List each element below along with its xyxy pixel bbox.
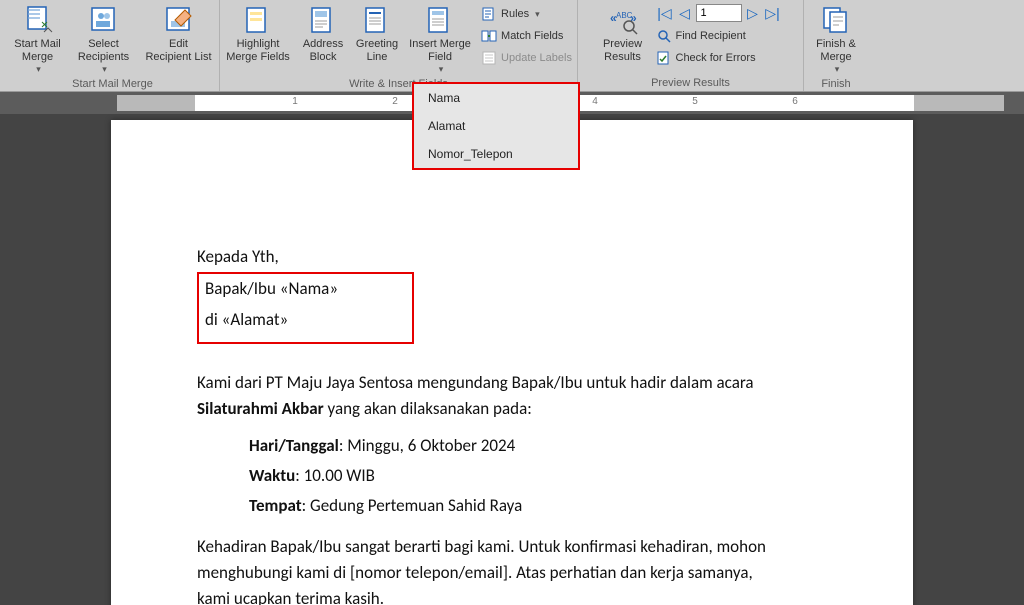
finish-merge-button[interactable]: Finish & Merge▾ bbox=[807, 2, 865, 77]
document-body: Kepada Yth, Bapak/Ibu «Nama» di «Alamat»… bbox=[197, 244, 833, 605]
insert-merge-field-dropdown: Nama Alamat Nomor_Telepon bbox=[412, 82, 580, 170]
insert-merge-field-button[interactable]: Insert Merge Field▾ bbox=[405, 2, 475, 77]
chevron-down-icon: ▾ bbox=[535, 9, 540, 20]
btn-label: Finish & Merge bbox=[816, 38, 856, 64]
merge-field-item-nama[interactable]: Nama bbox=[414, 84, 578, 112]
group-write-insert: Highlight Merge Fields Address Block Gre… bbox=[220, 0, 578, 91]
event-time-line: Waktu: 10.00 WIB bbox=[197, 463, 833, 489]
btn-label: Match Fields bbox=[501, 30, 563, 42]
next-record-button[interactable]: ▷ bbox=[744, 5, 762, 22]
closing-paragraph: Kehadiran Bapak/Ibu sangat berarti bagi … bbox=[197, 534, 787, 605]
document-page[interactable]: Kepada Yth, Bapak/Ibu «Nama» di «Alamat»… bbox=[111, 120, 913, 605]
group-finish: Finish & Merge▾ Finish bbox=[804, 0, 868, 91]
insert-field-icon bbox=[424, 4, 456, 36]
highlight-merge-fields-button[interactable]: Highlight Merge Fields bbox=[221, 2, 295, 66]
edit-list-icon bbox=[163, 4, 195, 36]
update-icon bbox=[481, 50, 497, 66]
address-icon bbox=[307, 4, 339, 36]
group-label: Start Mail Merge bbox=[72, 78, 153, 90]
merge-field-item-nomor-telepon[interactable]: Nomor_Telepon bbox=[414, 140, 578, 168]
highlight-icon bbox=[242, 4, 274, 36]
btn-label: Find Recipient bbox=[676, 30, 746, 42]
match-icon bbox=[481, 28, 497, 44]
check-icon bbox=[656, 50, 672, 66]
chevron-down-icon: ▾ bbox=[36, 64, 41, 75]
ruler-num: 4 bbox=[592, 96, 598, 107]
recipient-address-line: di «Alamat» bbox=[205, 307, 338, 333]
merge-field-highlight-box: Bapak/Ibu «Nama» di «Alamat» bbox=[197, 272, 414, 344]
merge-field-item-alamat[interactable]: Alamat bbox=[414, 112, 578, 140]
last-record-button[interactable]: ▷| bbox=[764, 5, 782, 22]
envelope-icon bbox=[22, 4, 54, 36]
first-record-button[interactable]: |◁ bbox=[656, 5, 674, 22]
update-labels-button: Update Labels bbox=[477, 48, 576, 68]
prev-record-button[interactable]: ◁ bbox=[676, 5, 694, 22]
finish-icon bbox=[820, 4, 852, 36]
preview-results-button[interactable]: «ABC» Preview Results bbox=[596, 2, 650, 66]
match-fields-button[interactable]: Match Fields bbox=[477, 26, 576, 46]
event-venue-line: Tempat: Gedung Pertemuan Sahid Raya bbox=[197, 493, 833, 519]
record-navigator: |◁ ◁ ▷ ▷| bbox=[652, 2, 786, 24]
salutation-line: Kepada Yth, bbox=[197, 244, 833, 270]
ruler-num: 5 bbox=[692, 96, 698, 107]
ruler-num: 2 bbox=[392, 96, 398, 107]
write-small-buttons: Rules ▾ Match Fields Update Labels bbox=[477, 2, 576, 68]
select-recipients-button[interactable]: Select Recipients▾ bbox=[69, 2, 139, 77]
chevron-down-icon: ▾ bbox=[835, 64, 840, 75]
rules-icon bbox=[481, 6, 497, 22]
merge-field-alamat: Alamat bbox=[230, 309, 279, 330]
recipient-name-line: Bapak/Ibu «Nama» bbox=[205, 276, 338, 302]
chevron-down-icon: ▾ bbox=[102, 64, 107, 75]
group-label: Preview Results bbox=[651, 77, 730, 89]
record-number-input[interactable] bbox=[696, 4, 742, 22]
btn-label: Rules bbox=[501, 8, 529, 20]
btn-label: Insert Merge Field bbox=[409, 38, 471, 64]
chevron-down-icon: ▾ bbox=[439, 64, 444, 75]
btn-label: Update Labels bbox=[501, 52, 572, 64]
btn-label: Check for Errors bbox=[676, 52, 756, 64]
merge-field-nama: Nama bbox=[288, 278, 329, 299]
greeting-icon bbox=[361, 4, 393, 36]
preview-small-buttons: |◁ ◁ ▷ ▷| Find Recipient Check for Error… bbox=[652, 2, 786, 68]
start-mail-merge-button[interactable]: Start Mail Merge▾ bbox=[9, 2, 67, 77]
btn-label: Greeting Line bbox=[356, 38, 398, 64]
greeting-line-button[interactable]: Greeting Line bbox=[351, 2, 403, 66]
edit-recipient-list-button[interactable]: Edit Recipient List bbox=[141, 2, 217, 66]
btn-label: Preview Results bbox=[603, 38, 642, 64]
btn-label: Address Block bbox=[303, 38, 343, 64]
people-icon bbox=[88, 4, 120, 36]
find-recipient-button[interactable]: Find Recipient bbox=[652, 26, 786, 46]
ruler-num: 6 bbox=[792, 96, 798, 107]
group-label: Finish bbox=[821, 78, 850, 90]
btn-label: Start Mail Merge bbox=[14, 38, 60, 64]
group-start-mail-merge: Start Mail Merge▾ Select Recipients▾ Edi… bbox=[6, 0, 220, 91]
btn-label: Highlight Merge Fields bbox=[226, 38, 290, 64]
ribbon: Start Mail Merge▾ Select Recipients▾ Edi… bbox=[0, 0, 1024, 92]
rules-button[interactable]: Rules ▾ bbox=[477, 4, 576, 24]
ruler-num: 1 bbox=[292, 96, 298, 107]
search-icon bbox=[656, 28, 672, 44]
event-date-line: Hari/Tanggal: Minggu, 6 Oktober 2024 bbox=[197, 433, 833, 459]
check-errors-button[interactable]: Check for Errors bbox=[652, 48, 786, 68]
address-block-button[interactable]: Address Block bbox=[297, 2, 349, 66]
btn-label: Edit Recipient List bbox=[145, 38, 211, 64]
invitation-paragraph: Kami dari PT Maju Jaya Sentosa mengundan… bbox=[197, 370, 833, 423]
group-preview-results: «ABC» Preview Results |◁ ◁ ▷ ▷| Find Rec… bbox=[578, 0, 804, 91]
document-canvas: Kepada Yth, Bapak/Ibu «Nama» di «Alamat»… bbox=[0, 114, 1024, 605]
preview-icon: «ABC» bbox=[607, 4, 639, 36]
btn-label: Select Recipients bbox=[78, 38, 129, 64]
